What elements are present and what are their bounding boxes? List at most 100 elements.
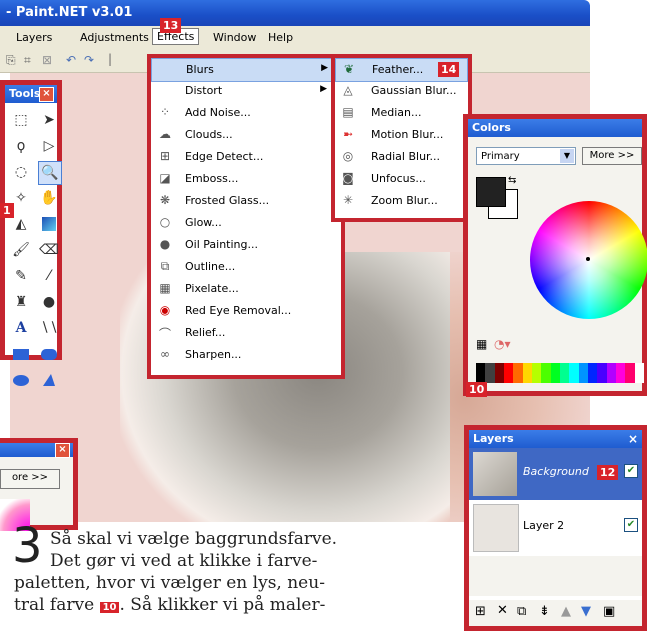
menu-item-frosted-glass[interactable]: ❋ Frosted Glass... — [151, 190, 337, 212]
menu-item-sharpen[interactable]: ∞ Sharpen... — [151, 344, 337, 366]
menu-item-label: Blurs — [186, 63, 214, 76]
pan-icon[interactable]: ✋ — [38, 187, 60, 209]
blurs-submenu: ❦ Feather... ◬ Gaussian Blur... ▤ Median...… — [334, 57, 469, 219]
menu-item-unfocus[interactable]: ◙ Unfocus... — [335, 168, 466, 190]
menu-help[interactable]: Help — [268, 31, 293, 44]
palette-swatch[interactable] — [569, 363, 579, 383]
primary-color-swatch[interactable] — [476, 177, 506, 207]
color-mode-select[interactable]: Primary ▼ — [476, 147, 576, 165]
gradient-icon[interactable] — [38, 213, 60, 235]
layer-visibility-checkbox[interactable]: ✔ — [624, 518, 638, 532]
layer-properties-icon[interactable]: ▣ — [603, 604, 615, 619]
palette-swatch[interactable] — [578, 363, 588, 383]
gaussian-blur-icon: ◬ — [343, 83, 353, 97]
menu-item-emboss[interactable]: ◪ Emboss... — [151, 168, 337, 190]
palette-swatch[interactable] — [559, 363, 570, 383]
ellipse-select-icon[interactable]: ◌ — [10, 161, 32, 183]
menu-item-outline[interactable]: ⧉ Outline... — [151, 256, 337, 278]
badge-effects: 13 — [160, 18, 182, 33]
clone-stamp-icon[interactable]: ♜ — [10, 291, 32, 313]
menu-item-blurs[interactable]: Blurs ▶ — [151, 58, 339, 82]
partial-close-icon[interactable]: × — [55, 443, 70, 458]
chevron-down-icon[interactable]: ▼ — [560, 149, 574, 163]
layers-panel: Layers × Background 12 ✔ Layer 2 ✔ ⊞ ✕ ⧉… — [464, 425, 647, 631]
menu-item-motion-blur[interactable]: ➼ Motion Blur... — [335, 124, 466, 146]
effects-menu: Blurs ▶ Distort ▶ ⁘ Add Noise... ☁ Clouds.… — [150, 57, 342, 376]
colors-panel: Colors Primary ▼ More >> ⇆ ▦ ◔▾ — [463, 114, 647, 396]
eraser-icon[interactable]: ⌫ — [38, 239, 60, 261]
palette-swatch[interactable] — [503, 363, 514, 383]
palette-swatch[interactable] — [615, 363, 626, 383]
sharpen-icon: ∞ — [160, 347, 170, 361]
more-colors-button[interactable]: More >> — [582, 147, 642, 165]
paintbrush-icon[interactable]: 🖌 — [10, 239, 32, 261]
menu-item-zoom-blur[interactable]: ✳ Zoom Blur... — [335, 190, 466, 212]
menu-item-add-noise[interactable]: ⁘ Add Noise... — [151, 102, 337, 124]
layer-row-background[interactable]: Background 12 ✔ — [469, 448, 642, 500]
palette-select-icon[interactable]: ◔▾ — [494, 337, 511, 351]
palette-swatch[interactable] — [587, 363, 598, 383]
relief-icon: ⌒ — [158, 327, 171, 341]
menu-item-gaussian-blur[interactable]: ◬ Gaussian Blur... — [335, 80, 466, 102]
palette-swatch[interactable] — [625, 363, 635, 383]
menu-item-median[interactable]: ▤ Median... — [335, 102, 466, 124]
palette-swatch[interactable] — [597, 363, 607, 383]
move-selected-icon[interactable]: ➤ — [38, 109, 60, 131]
menu-item-glow[interactable]: ○ Glow... — [151, 212, 337, 234]
color-picker-icon[interactable]: ⁄ — [38, 265, 60, 287]
undo-icon[interactable]: ↶ — [66, 53, 76, 67]
rectangle-select-icon[interactable]: ⬚ — [10, 109, 32, 131]
menu-item-radial-blur[interactable]: ◎ Radial Blur... — [335, 146, 466, 168]
palette-swatch[interactable] — [550, 363, 560, 383]
rounded-rectangle-icon[interactable] — [38, 343, 60, 365]
duplicate-layer-icon[interactable]: ⧉ — [517, 604, 526, 619]
merge-layer-icon[interactable]: ⇟ — [539, 604, 550, 619]
palette-swatch[interactable] — [531, 363, 542, 383]
text-icon[interactable]: A — [10, 317, 32, 339]
palette-swatch[interactable] — [476, 363, 486, 383]
menu-item-relief[interactable]: ⌒ Relief... — [151, 322, 337, 344]
layers-title: Layers × — [469, 430, 642, 448]
rectangle-icon[interactable] — [10, 343, 32, 365]
layer-visibility-checkbox[interactable]: ✔ — [624, 464, 638, 478]
palette-swatch[interactable] — [541, 363, 551, 383]
move-layer-up-icon[interactable]: ▲ — [561, 604, 571, 619]
menu-item-oil-painting[interactable]: ● Oil Painting... — [151, 234, 337, 256]
palette-swatch[interactable] — [485, 363, 495, 383]
menu-item-red-eye-removal[interactable]: ◉ Red Eye Removal... — [151, 300, 337, 322]
line-curve-icon[interactable]: ∖∖ — [38, 317, 60, 339]
menu-window[interactable]: Window — [213, 31, 256, 44]
lasso-select-icon[interactable]: ϙ — [10, 135, 32, 157]
recolor-icon[interactable]: ● — [38, 291, 60, 313]
delete-layer-icon[interactable]: ✕ — [497, 603, 508, 618]
paste-icon[interactable]: ⎘ — [6, 53, 16, 68]
menu-item-edge-detect[interactable]: ⊞ Edge Detect... — [151, 146, 337, 168]
deselect-icon[interactable]: ⊠ — [42, 53, 52, 67]
ellipse-icon[interactable] — [10, 369, 32, 391]
zoom-icon[interactable]: 🔍 — [38, 161, 62, 185]
color-wheel[interactable] — [530, 201, 647, 319]
palette-swatch[interactable] — [513, 363, 523, 383]
palette-swatch[interactable] — [606, 363, 616, 383]
crop-icon[interactable]: ⌗ — [24, 53, 31, 68]
menu-adjustments[interactable]: Adjustments — [80, 31, 149, 44]
palette-swatch[interactable] — [634, 363, 644, 383]
menu-item-clouds[interactable]: ☁ Clouds... — [151, 124, 337, 146]
menu-item-pixelate[interactable]: ▦ Pixelate... — [151, 278, 337, 300]
redo-icon[interactable]: ↷ — [84, 53, 94, 67]
menu-layers[interactable]: Layers — [16, 31, 52, 44]
palette-menu-icon[interactable]: ▦ — [476, 337, 487, 351]
move-layer-down-icon[interactable]: ▼ — [581, 604, 591, 619]
add-layer-icon[interactable]: ⊞ — [475, 604, 486, 619]
palette-swatch[interactable] — [522, 363, 532, 383]
layer-row-layer2[interactable]: Layer 2 ✔ — [469, 502, 642, 554]
pencil-icon[interactable]: ✎ — [10, 265, 32, 287]
tools-close-icon[interactable]: × — [39, 87, 54, 102]
palette-swatch[interactable] — [494, 363, 504, 383]
swap-colors-icon[interactable]: ⇆ — [508, 175, 516, 186]
more-colors-button-partial[interactable]: ore >> — [0, 469, 60, 489]
layers-close-icon[interactable]: × — [628, 430, 638, 448]
move-selection-icon[interactable]: ▷ — [38, 135, 60, 157]
freeform-shape-icon[interactable] — [38, 369, 60, 391]
menu-item-distort[interactable]: Distort ▶ — [151, 80, 337, 102]
